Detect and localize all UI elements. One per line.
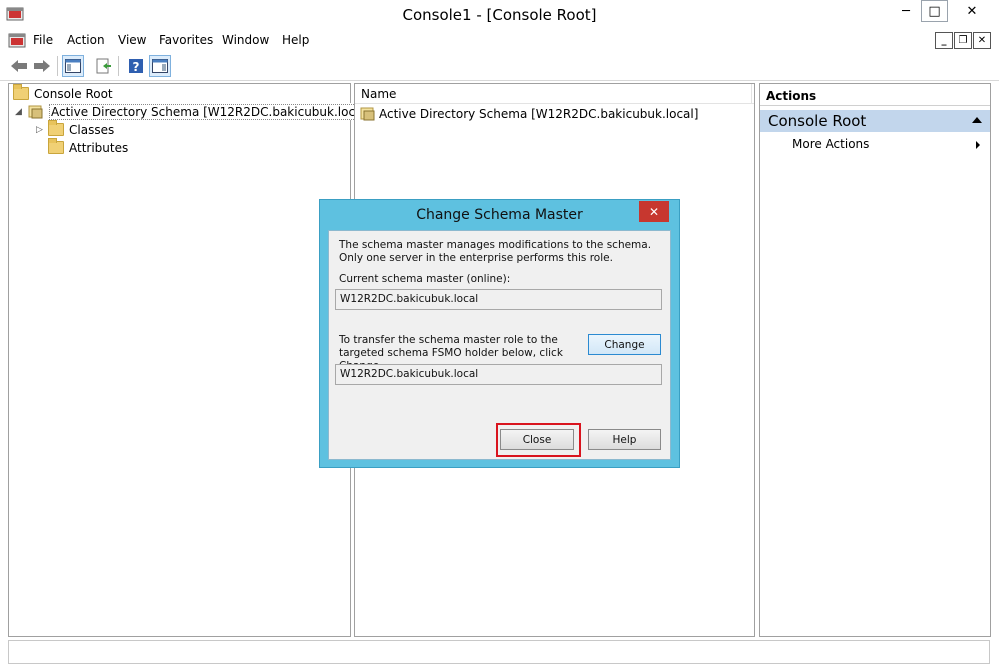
title-bar: Console1 - [Console Root] ─ □ ✕ [0, 0, 999, 30]
toolbar-separator [118, 56, 119, 76]
menu-file[interactable]: File [33, 33, 53, 47]
tree-item-label: Console Root [34, 86, 113, 101]
tree-item-attributes[interactable]: Attributes [48, 138, 129, 156]
help-icon: ? [129, 59, 143, 74]
minimize-button[interactable]: ─ [893, 0, 919, 22]
dialog-description: The schema master manages modifications … [339, 239, 652, 264]
ad-schema-snapin-icon [28, 105, 43, 119]
forward-button[interactable] [31, 55, 53, 77]
maximize-button[interactable]: □ [921, 0, 948, 22]
ad-schema-snapin-icon [360, 107, 375, 121]
list-item-label: Active Directory Schema [W12R2DC.bakicub… [379, 106, 699, 121]
actions-pane: Actions Console Root More Actions [759, 83, 991, 637]
mdi-minimize-icon: _ [941, 35, 947, 46]
close-icon: ✕ [966, 3, 978, 19]
tree-item-classes[interactable]: ▷ Classes [36, 120, 115, 138]
tree-item-label: Active Directory Schema [W12R2DC.bakicub… [49, 103, 373, 120]
menu-view[interactable]: View [118, 33, 146, 47]
help-button[interactable]: ? [125, 55, 147, 77]
maximize-icon: □ [928, 3, 941, 19]
action-more-actions[interactable]: More Actions [792, 137, 869, 151]
actions-section-label: Console Root [768, 112, 867, 130]
export-list-icon [96, 58, 111, 74]
mdi-restore-icon: ❐ [958, 35, 968, 46]
folder-icon [48, 138, 64, 154]
change-schema-master-dialog: Change Schema Master ✕ The schema master… [319, 199, 680, 468]
back-button[interactable] [8, 55, 30, 77]
show-hide-action-pane-button[interactable] [149, 55, 171, 77]
current-master-field[interactable]: W12R2DC.bakicubuk.local [335, 289, 662, 310]
help-dialog-button[interactable]: Help [588, 429, 661, 450]
current-master-label: Current schema master (online): [339, 273, 511, 285]
back-icon [11, 60, 27, 72]
svg-text:?: ? [133, 60, 140, 74]
dialog-title: Change Schema Master [416, 207, 583, 223]
list-item[interactable]: Active Directory Schema [W12R2DC.bakicub… [359, 105, 698, 122]
menu-help[interactable]: Help [282, 33, 309, 47]
collapse-up-arrow-icon[interactable] [972, 117, 982, 123]
close-icon: ✕ [648, 204, 660, 219]
folder-icon [13, 84, 29, 100]
tree-item-ad-schema[interactable]: ◢ Active Directory Schema [W12R2DC.bakic… [15, 103, 373, 120]
submenu-arrow-icon [976, 141, 980, 149]
show-hide-action-pane-icon [152, 59, 168, 73]
tree-item-label: Attributes [69, 140, 129, 155]
menu-action[interactable]: Action [67, 33, 105, 47]
expand-arrow-icon[interactable]: ▷ [36, 125, 48, 135]
menu-bar: File Action View Favorites Window Help [0, 30, 999, 51]
menu-favorites[interactable]: Favorites [159, 33, 213, 47]
highlight-box [496, 423, 581, 457]
actions-section-console-root[interactable]: Console Root [760, 110, 990, 132]
forward-icon [34, 60, 50, 72]
export-list-button[interactable] [93, 55, 115, 77]
minimize-icon: ─ [902, 3, 910, 19]
toolbar: ? [0, 51, 999, 81]
toolbar-separator [57, 56, 58, 76]
show-hide-console-tree-icon [65, 59, 81, 73]
change-button[interactable]: Change [588, 334, 661, 355]
mdi-restore-button[interactable]: ❐ [954, 32, 972, 49]
column-header-name[interactable]: Name [361, 87, 396, 101]
show-hide-console-tree-button[interactable] [62, 55, 84, 77]
folder-icon [48, 120, 64, 136]
tree-item-label: Classes [69, 122, 115, 137]
window-title: Console1 - [Console Root] [402, 6, 597, 24]
mdi-close-button[interactable]: ✕ [973, 32, 991, 49]
mmc-menu-icon[interactable] [8, 32, 26, 49]
menu-window[interactable]: Window [222, 33, 269, 47]
close-button[interactable]: ✕ [950, 0, 994, 22]
tree-item-console-root[interactable]: Console Root [13, 84, 113, 102]
collapse-arrow-icon[interactable]: ◢ [15, 107, 27, 117]
list-header: Name [355, 84, 754, 104]
mdi-close-icon: ✕ [977, 35, 987, 46]
target-master-field[interactable]: W12R2DC.bakicubuk.local [335, 364, 662, 385]
column-divider[interactable] [751, 84, 752, 104]
mdi-minimize-button[interactable]: _ [935, 32, 953, 49]
actions-header: Actions [760, 84, 990, 106]
console-tree-pane: Console Root ◢ Active Directory Schema [… [8, 83, 373, 637]
status-bar [8, 640, 990, 664]
dialog-close-button[interactable]: ✕ [639, 201, 669, 222]
